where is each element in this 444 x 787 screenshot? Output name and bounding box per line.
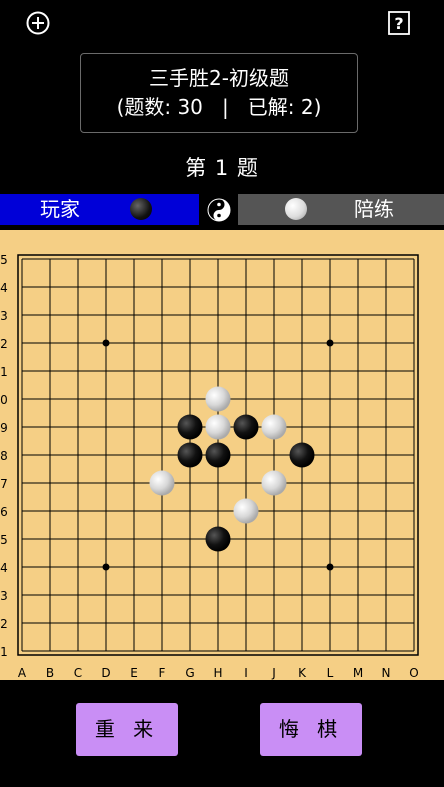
col-label: C: [74, 666, 82, 680]
player-bar: 玩家: [0, 194, 199, 225]
question-box-icon[interactable]: ?: [388, 11, 410, 35]
row-label: 4: [0, 281, 8, 295]
black-stone: [289, 442, 315, 468]
row-label: 3: [0, 309, 8, 323]
puzzle-progress: (题数: 30 | 已解: 2): [116, 95, 322, 119]
col-label: D: [101, 666, 110, 680]
black-stone: [177, 414, 203, 440]
coach-bar: 陪练: [238, 194, 444, 225]
svg-text:?: ?: [394, 14, 403, 33]
row-label: 0: [0, 393, 8, 407]
row-label: 1: [0, 645, 8, 659]
yin-yang-icon: [207, 198, 231, 222]
row-label: 2: [0, 617, 8, 631]
question-number: 第 1 题: [185, 156, 259, 180]
col-label: H: [213, 666, 222, 680]
black-stone: [177, 442, 203, 468]
row-label: 4: [0, 561, 8, 575]
col-label: M: [353, 666, 363, 680]
col-label: E: [130, 666, 138, 680]
col-label: O: [409, 666, 418, 680]
col-label: F: [159, 666, 166, 680]
row-label: 8: [0, 449, 8, 463]
row-label: 5: [0, 253, 8, 267]
black-stone: [233, 414, 259, 440]
restart-button[interactable]: 重 来: [76, 703, 178, 756]
puzzle-set-title: 三手胜2-初级题: [149, 66, 289, 90]
coach-label: 陪练: [354, 197, 394, 221]
row-label: 3: [0, 589, 8, 603]
star-point: [102, 339, 110, 347]
white-stone: [261, 470, 287, 496]
col-label: I: [244, 666, 248, 680]
col-label: G: [185, 666, 194, 680]
undo-button[interactable]: 悔 棋: [260, 703, 362, 756]
col-label: N: [382, 666, 391, 680]
black-stone: [205, 526, 231, 552]
col-label: J: [271, 666, 276, 680]
star-point: [326, 563, 334, 571]
star-point: [326, 339, 334, 347]
row-label: 5: [0, 533, 8, 547]
white-stone: [233, 498, 259, 524]
black-stone-icon: [130, 198, 152, 220]
row-label: 6: [0, 505, 8, 519]
plus-circle-icon[interactable]: [26, 11, 50, 35]
puzzle-title-box: 三手胜2-初级题 (题数: 30 | 已解: 2): [80, 53, 358, 133]
row-label: 2: [0, 337, 8, 351]
row-label: 7: [0, 477, 8, 491]
white-stone: [149, 470, 175, 496]
row-label: 9: [0, 421, 8, 435]
star-point: [102, 563, 110, 571]
col-label: K: [298, 666, 307, 680]
col-label: L: [327, 666, 334, 680]
col-label: B: [46, 666, 54, 680]
row-label: 1: [0, 365, 8, 379]
white-stone: [261, 414, 287, 440]
gomoku-board[interactable]: 543210987654321ABCDEFGHIJKLMNO: [0, 230, 444, 680]
col-label: A: [18, 666, 27, 680]
black-stone: [205, 442, 231, 468]
white-stone: [205, 386, 231, 412]
player-label: 玩家: [40, 197, 80, 221]
white-stone-icon: [285, 198, 307, 220]
board-grid[interactable]: 543210987654321A B C D E F G H I J K L M N O: [0, 230, 444, 680]
white-stone: [205, 414, 231, 440]
